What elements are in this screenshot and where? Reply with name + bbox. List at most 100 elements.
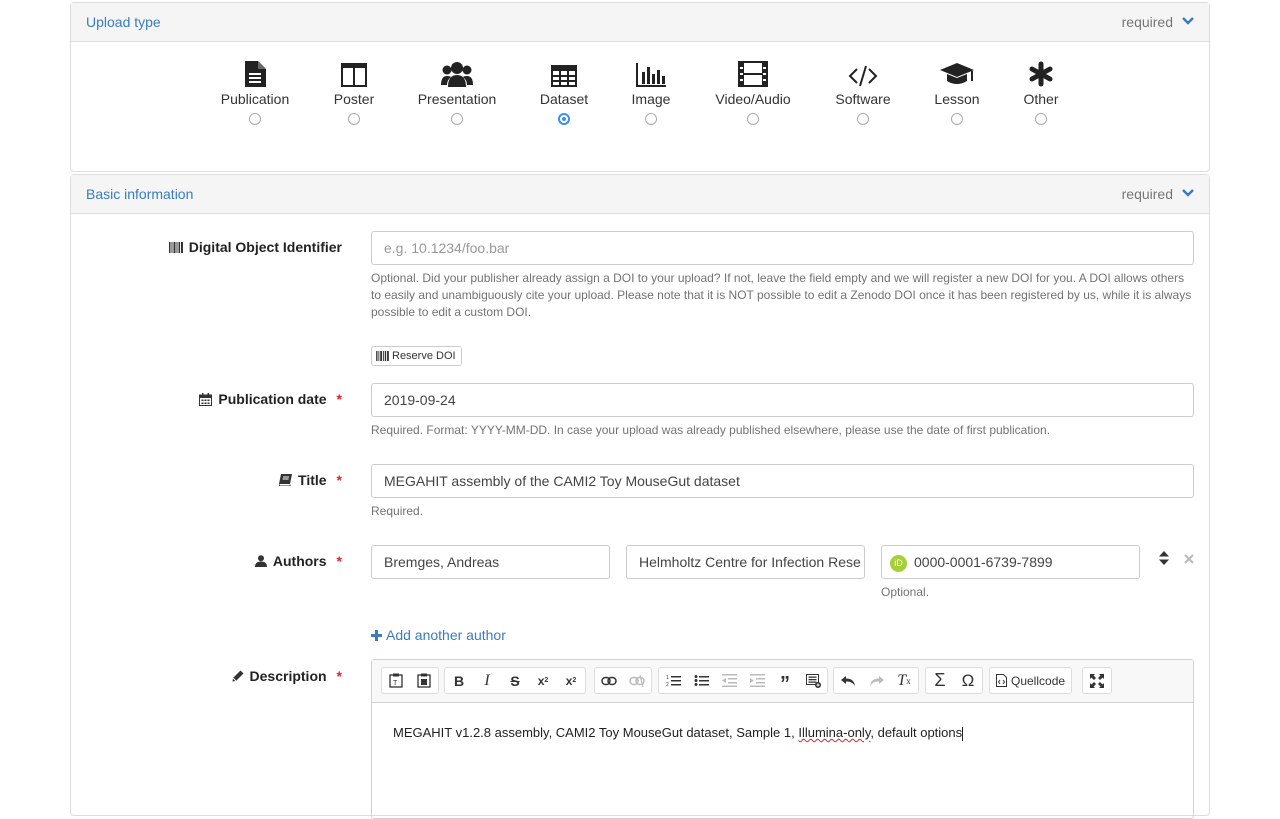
- type-radio[interactable]: [1035, 113, 1047, 125]
- description-text[interactable]: MEGAHIT v1.2.8 assembly, CAMI2 Toy Mouse…: [393, 725, 964, 741]
- list-group: 12 ”: [658, 664, 828, 697]
- type-label: Software: [835, 91, 891, 107]
- publication-date-label-text: Publication date: [218, 391, 327, 407]
- paste-word-icon[interactable]: [410, 668, 438, 693]
- required-star: *: [336, 472, 342, 488]
- type-radio-selected[interactable]: [558, 113, 570, 125]
- author-affiliation-input[interactable]: Helmholtz Centre for Infection Rese: [626, 545, 865, 579]
- div-container-icon[interactable]: [799, 668, 827, 693]
- reserve-doi-button[interactable]: Reserve DOI: [371, 346, 462, 366]
- text-caret: [962, 726, 964, 741]
- upload-type-header[interactable]: Upload type required: [71, 3, 1209, 42]
- sort-handle-icon[interactable]: [1159, 551, 1169, 565]
- type-presentation[interactable]: Presentation: [407, 61, 507, 125]
- basic-information-panel: Basic information required Digital Objec…: [70, 174, 1210, 819]
- basic-information-title: Basic information: [86, 186, 194, 202]
- bullet-list-icon[interactable]: [687, 668, 715, 693]
- code-icon: [848, 65, 878, 87]
- editor-toolbar: T B I S x2 x2 12 ” T x Σ Ω Quellcode: [372, 660, 1193, 703]
- authors-label: Authors *: [254, 553, 342, 569]
- numbered-list-icon[interactable]: 12: [659, 668, 687, 693]
- subscript-icon[interactable]: x2: [529, 668, 557, 693]
- group-icon: [441, 62, 473, 87]
- doi-help: Optional. Did your publisher already ass…: [371, 271, 1192, 319]
- description-label: Description *: [232, 668, 342, 684]
- type-label: Poster: [333, 91, 375, 107]
- description-text-part: , default options: [870, 725, 963, 740]
- type-publication[interactable]: Publication: [205, 61, 305, 125]
- book-icon: [279, 474, 293, 486]
- bold-icon[interactable]: B: [445, 668, 473, 693]
- plus-icon: [371, 629, 382, 641]
- link-group: [594, 667, 652, 694]
- outdent-icon[interactable]: [715, 668, 743, 693]
- required-star: *: [336, 391, 342, 407]
- doi-label-text: Digital Object Identifier: [188, 239, 342, 255]
- maximize-icon[interactable]: [1083, 668, 1111, 693]
- reserve-doi-label: Reserve DOI: [392, 350, 456, 362]
- link-icon[interactable]: [595, 668, 623, 693]
- required-star: *: [336, 553, 342, 569]
- svg-text:T: T: [393, 680, 398, 687]
- type-poster[interactable]: Poster: [304, 61, 404, 125]
- author-orcid-value: 0000-0001-6739-7899: [914, 554, 1053, 570]
- type-label: Video/Audio: [715, 91, 791, 107]
- strikethrough-icon[interactable]: S: [501, 668, 529, 693]
- type-radio[interactable]: [348, 113, 360, 125]
- indent-icon[interactable]: [743, 668, 771, 693]
- clear-formatting-icon[interactable]: Tx: [890, 668, 918, 693]
- unlink-icon[interactable]: [623, 668, 651, 693]
- source-group: Quellcode: [989, 667, 1073, 694]
- paste-text-icon[interactable]: T: [382, 668, 410, 693]
- history-group: Tx: [833, 667, 919, 694]
- superscript-icon[interactable]: x2: [557, 668, 585, 693]
- description-editor[interactable]: T B I S x2 x2 12 ” T x Σ Ω Quellcode MEG…: [371, 659, 1194, 819]
- title-label-text: Title: [298, 472, 327, 488]
- type-label: Image: [631, 91, 671, 107]
- italic-icon[interactable]: I: [473, 668, 501, 693]
- undo-icon[interactable]: [834, 668, 862, 693]
- author-name-input[interactable]: Bremges, Andreas: [371, 545, 610, 579]
- basic-information-header[interactable]: Basic information required: [71, 175, 1209, 214]
- type-radio[interactable]: [951, 113, 963, 125]
- type-radio[interactable]: [747, 113, 759, 125]
- upload-type-panel: Upload type required Publication Poster …: [70, 2, 1210, 172]
- special-char-omega-icon[interactable]: Ω: [954, 668, 982, 693]
- publication-date-input[interactable]: 2019-09-24: [371, 383, 1194, 417]
- type-dataset[interactable]: Dataset: [514, 61, 614, 125]
- add-another-author-link[interactable]: Add another author: [371, 627, 506, 643]
- publication-date-help: Required. Format: YYYY-MM-DD. In case yo…: [371, 423, 1051, 437]
- type-radio[interactable]: [857, 113, 869, 125]
- redo-icon[interactable]: [862, 668, 890, 693]
- author-orcid-input[interactable]: iD 0000-0001-6739-7899: [881, 545, 1140, 579]
- blockquote-icon[interactable]: ”: [771, 664, 799, 697]
- type-software[interactable]: Software: [813, 61, 913, 125]
- bar-chart-icon: [636, 63, 666, 87]
- svg-text:2: 2: [666, 682, 669, 687]
- pencil-icon: [232, 670, 244, 682]
- source-button-label: Quellcode: [1011, 673, 1066, 688]
- table-icon: [551, 65, 577, 87]
- type-other[interactable]: Other: [991, 61, 1091, 125]
- upload-type-title: Upload type: [86, 14, 161, 30]
- type-radio[interactable]: [249, 113, 261, 125]
- type-radio[interactable]: [645, 113, 657, 125]
- math-sigma-icon[interactable]: Σ: [926, 668, 954, 693]
- chevron-down-icon[interactable]: [1181, 14, 1195, 28]
- upload-type-options: Publication Poster Presentation Dataset …: [71, 61, 1209, 131]
- remove-author-icon[interactable]: [1184, 554, 1194, 564]
- description-text-part: MEGAHIT v1.2.8 assembly, CAMI2 Toy Mouse…: [393, 725, 799, 740]
- graduation-cap-icon: [940, 63, 974, 84]
- add-another-author-label: Add another author: [386, 627, 506, 643]
- publication-date-label: Publication date *: [199, 391, 342, 407]
- type-image[interactable]: Image: [601, 61, 701, 125]
- doi-input[interactable]: e.g. 10.1234/foo.bar: [371, 231, 1194, 265]
- type-radio[interactable]: [451, 113, 463, 125]
- barcode-icon: [168, 241, 183, 253]
- chevron-down-icon[interactable]: [1181, 186, 1195, 200]
- source-button[interactable]: Quellcode: [990, 668, 1071, 693]
- asterisk-icon: [1029, 61, 1053, 87]
- title-input[interactable]: MEGAHIT assembly of the CAMI2 Toy MouseG…: [371, 464, 1194, 498]
- svg-text:1: 1: [666, 675, 669, 681]
- type-video-audio[interactable]: Video/Audio: [703, 61, 803, 125]
